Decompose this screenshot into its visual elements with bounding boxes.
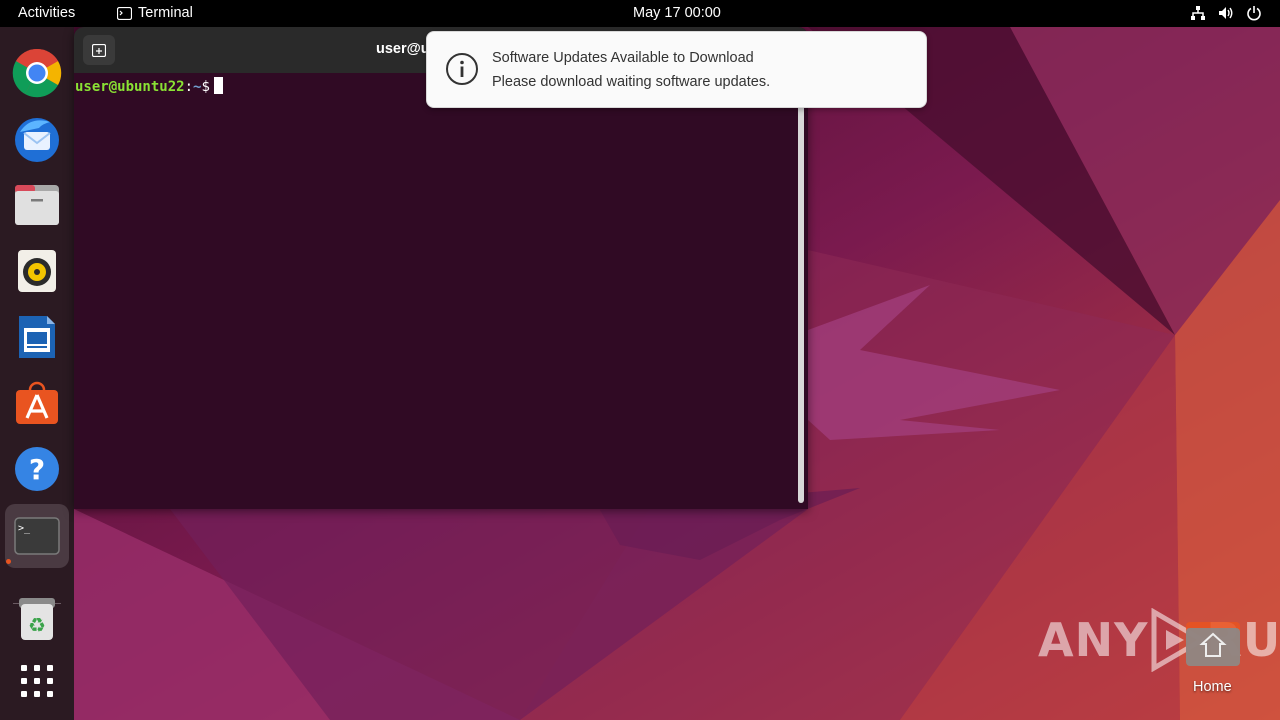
dock-item-terminal[interactable]: >_: [5, 504, 69, 568]
terminal-scrollbar[interactable]: [798, 87, 804, 503]
new-tab-button[interactable]: [83, 35, 115, 65]
notification-title: Software Updates Available to Download: [492, 50, 754, 66]
dock-item-thunderbird[interactable]: [11, 113, 63, 165]
dock-item-help[interactable]: ?: [11, 443, 63, 495]
terminal-body[interactable]: user@ubuntu22:~$: [74, 73, 808, 509]
terminal-small-icon: [117, 6, 132, 20]
clock[interactable]: May 17 00:00: [633, 5, 721, 21]
notification-popup[interactable]: Software Updates Available to Download P…: [426, 31, 927, 108]
volume-icon: [1219, 7, 1233, 19]
trash-icon: ♻: [19, 598, 55, 640]
watermark-left-text: ANY: [1038, 613, 1149, 667]
dock-item-trash[interactable]: ♻: [11, 593, 63, 645]
dock-item-files[interactable]: [11, 179, 63, 231]
terminal-icon: >_: [14, 517, 60, 555]
svg-text:>_: >_: [18, 523, 31, 534]
prompt-symbol: $: [201, 79, 210, 95]
text-cursor: [213, 77, 223, 94]
new-tab-icon: [92, 43, 106, 57]
dock: ? >_ ♻: [0, 27, 74, 720]
files-icon: [15, 185, 59, 225]
anyrun-watermark: ANY RUN: [1038, 608, 1280, 672]
chrome-icon: [12, 48, 62, 98]
home-folder-icon[interactable]: [1184, 620, 1242, 668]
activities-button[interactable]: Activities: [18, 5, 75, 21]
prompt-separator: :: [184, 79, 194, 95]
terminal-title: user@u: [376, 41, 430, 57]
writer-icon: [19, 316, 55, 358]
app-store-icon: [16, 381, 58, 424]
dock-item-writer[interactable]: [11, 311, 63, 363]
svg-text:?: ?: [29, 453, 45, 486]
dock-item-chrome[interactable]: [11, 47, 63, 99]
info-icon: [446, 53, 478, 85]
home-folder-label: Home: [1193, 679, 1232, 695]
power-icon: [1247, 6, 1261, 21]
dock-item-rhythmbox[interactable]: [11, 245, 63, 297]
app-menu[interactable]: Terminal: [117, 5, 193, 21]
svg-text:♻: ♻: [28, 613, 46, 637]
prompt-line: user@ubuntu22:~$: [75, 77, 223, 95]
app-grid-icon: [21, 665, 53, 697]
app-menu-label: Terminal: [138, 5, 193, 21]
rhythmbox-icon: [18, 250, 56, 292]
network-icon: [1191, 6, 1205, 20]
notification-body: Please download waiting software updates…: [492, 74, 771, 90]
dock-item-software[interactable]: [11, 377, 63, 429]
prompt-user: user@ubuntu22: [75, 79, 185, 95]
running-indicator: [6, 559, 11, 564]
top-bar: Activities Terminal May 17 00:00: [0, 0, 1280, 27]
system-tray[interactable]: [1190, 5, 1262, 21]
thunderbird-icon: [15, 118, 59, 162]
dock-item-show-apps[interactable]: [11, 655, 63, 707]
help-icon: ?: [15, 447, 59, 491]
